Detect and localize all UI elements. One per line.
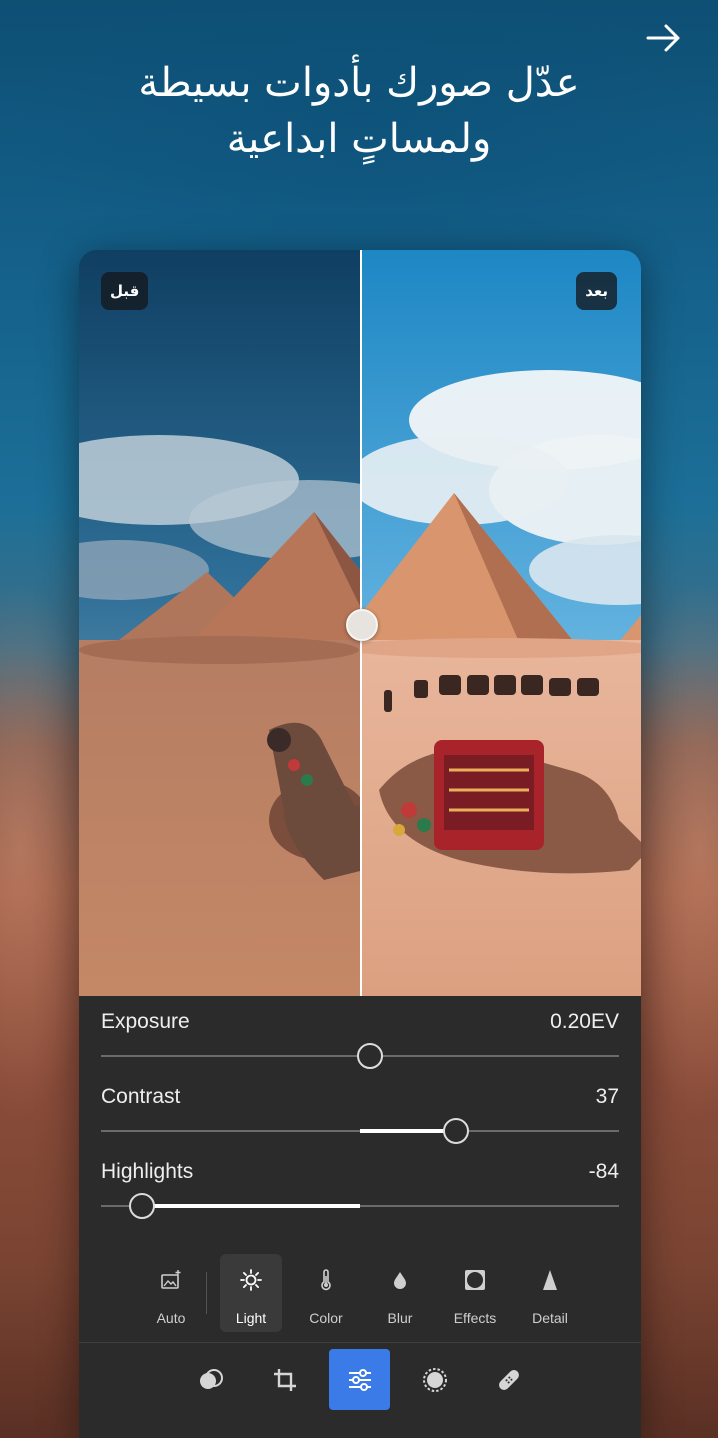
highlights-value: -84 xyxy=(588,1160,619,1183)
highlights-label: Highlights xyxy=(101,1160,194,1183)
tool-detail-label: Detail xyxy=(532,1310,568,1326)
contrast-track[interactable] xyxy=(101,1118,619,1144)
tool-blur[interactable]: Blur xyxy=(369,1254,431,1332)
highlights-track[interactable] xyxy=(101,1193,619,1219)
presets-icon xyxy=(200,1369,223,1389)
selective-icon xyxy=(423,1368,447,1392)
triangle-icon xyxy=(543,1270,557,1290)
tool-auto[interactable]: Auto xyxy=(140,1254,202,1332)
healing-bandage-icon xyxy=(499,1370,519,1390)
after-label: بعد xyxy=(576,272,617,310)
bottom-toolbar xyxy=(79,1343,641,1438)
drop-icon xyxy=(394,1272,406,1289)
adjustment-panel: Exposure 0.20EV Contrast 37 Highlights -… xyxy=(79,996,641,1438)
exposure-value: 0.20EV xyxy=(550,1010,619,1033)
next-arrow-icon[interactable] xyxy=(644,18,684,58)
tool-separator xyxy=(206,1272,207,1314)
before-label: قبل xyxy=(101,272,149,310)
tool-auto-label: Auto xyxy=(156,1310,186,1326)
tool-light-label: Light xyxy=(235,1310,267,1326)
headline-line-1: عدّل صورك بأدوات بسيطة xyxy=(138,60,580,106)
exposure-thumb[interactable] xyxy=(357,1043,384,1069)
thermometer-icon xyxy=(321,1269,331,1291)
adjust-button[interactable] xyxy=(329,1349,390,1410)
tool-detail[interactable]: Detail xyxy=(519,1254,581,1332)
exposure-track[interactable] xyxy=(101,1043,619,1069)
exposure-label: Exposure xyxy=(101,1010,190,1033)
tool-color[interactable]: Color xyxy=(295,1254,357,1332)
tool-light[interactable]: Light xyxy=(220,1254,282,1332)
tool-color-label: Color xyxy=(309,1310,343,1326)
adjust-sliders-icon xyxy=(349,1369,371,1391)
highlights-slider[interactable]: Highlights -84 xyxy=(101,1160,619,1230)
headline: عدّل صورك بأدوات بسيطة ولمساتٍ ابداعية xyxy=(60,55,658,167)
highlights-fill xyxy=(142,1204,360,1208)
headline-line-2: ولمساتٍ ابداعية xyxy=(226,116,492,162)
crop-icon xyxy=(274,1369,296,1391)
presets-button[interactable] xyxy=(180,1349,241,1410)
vignette-icon xyxy=(465,1270,485,1290)
tool-effects-label: Effects xyxy=(453,1310,497,1326)
tool-blur-label: Blur xyxy=(387,1310,413,1326)
sun-icon xyxy=(240,1269,262,1291)
contrast-fill xyxy=(360,1129,456,1133)
contrast-value: 37 xyxy=(595,1085,619,1108)
healing-button[interactable] xyxy=(478,1349,539,1410)
compare-divider-handle[interactable] xyxy=(346,609,378,641)
before-after-photo: قبل بعد xyxy=(79,250,641,996)
editor-card: قبل بعد Exposure 0.20EV Contrast 37 High… xyxy=(79,250,641,1438)
tool-effects[interactable]: Effects xyxy=(444,1254,506,1332)
contrast-label: Contrast xyxy=(101,1085,181,1108)
crop-button[interactable] xyxy=(254,1349,315,1410)
exposure-slider[interactable]: Exposure 0.20EV xyxy=(101,1010,619,1080)
highlights-thumb[interactable] xyxy=(129,1193,156,1219)
contrast-slider[interactable]: Contrast 37 xyxy=(101,1085,619,1155)
auto-photo-icon xyxy=(161,1270,181,1289)
contrast-thumb[interactable] xyxy=(442,1118,469,1144)
tool-strip: Auto Light Color Blur Effects Detail xyxy=(79,1246,641,1336)
selective-button[interactable] xyxy=(404,1349,465,1410)
